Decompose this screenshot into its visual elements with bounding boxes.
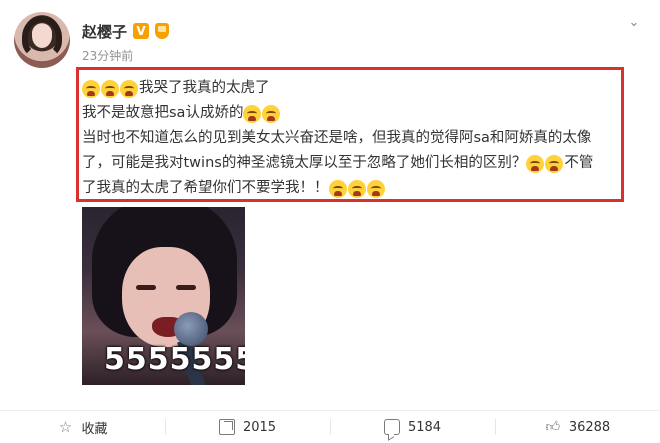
post-line-3: 当时也不知道怎么的见到美女太兴奋还是啥，但我真的觉得阿sa和阿娇真的太像 xyxy=(82,126,621,151)
verified-badge-icon: V xyxy=(133,23,150,39)
comment-count: 5184 xyxy=(407,419,442,435)
image-caption: 5555555 xyxy=(104,342,245,377)
post-image[interactable]: 5555555 xyxy=(82,207,245,385)
crying-emoji-icon xyxy=(328,179,347,198)
star-icon: ☆ xyxy=(58,418,73,436)
favorite-button[interactable]: ☆ 收藏 xyxy=(0,411,165,443)
crying-emoji-icon xyxy=(101,79,119,98)
crying-emoji-icon xyxy=(243,104,262,123)
image-eye xyxy=(176,285,196,290)
avatar[interactable] xyxy=(14,12,70,68)
post-text-highlight: 我哭了我真的太虎了 我不是故意把sa认成娇的 当时也不知道怎么的见到美女太兴奋还… xyxy=(76,67,624,202)
post-line-2: 我不是故意把sa认成娇的 xyxy=(82,101,621,126)
crying-emoji-icon xyxy=(545,154,564,173)
avatar-face xyxy=(32,24,52,48)
crying-emoji-icon xyxy=(120,79,138,98)
post-text: 当时也不知道怎么的见到美女太兴奋还是啥，但我真的觉得阿sa和阿娇真的太像 xyxy=(82,130,592,146)
post-text: 了我真的太虎了希望你们不要学我！！ xyxy=(82,180,329,196)
post-line-1: 我哭了我真的太虎了 xyxy=(82,76,621,101)
thumbs-up-icon: 👍︎ xyxy=(545,419,561,435)
author-row: 赵樱子 V xyxy=(82,20,170,42)
post-line-4: 了，可能是我对twins的神圣滤镜太厚以至于忽略了她们长相的区别？ 不管 xyxy=(82,151,621,176)
like-button[interactable]: 👍︎ 36288 xyxy=(495,411,660,443)
favorite-label: 收藏 xyxy=(81,421,108,437)
post-text: 我哭了我真的太虎了 xyxy=(139,80,270,96)
post-text: 不管 xyxy=(564,155,594,171)
microphone-icon xyxy=(174,312,208,346)
crying-emoji-icon xyxy=(526,154,545,173)
crying-emoji-icon xyxy=(366,179,385,198)
post-time[interactable]: 23分钟前 xyxy=(82,47,133,64)
post-line-5: 了我真的太虎了希望你们不要学我！！ xyxy=(82,176,621,201)
crying-emoji-icon xyxy=(82,79,100,98)
author-name[interactable]: 赵樱子 xyxy=(82,21,127,42)
crying-emoji-icon xyxy=(262,104,281,123)
comment-button[interactable]: 5184 xyxy=(330,411,495,443)
comment-icon xyxy=(383,419,400,435)
image-eye xyxy=(136,285,156,290)
like-count: 36288 xyxy=(568,419,611,435)
crying-emoji-icon xyxy=(347,179,366,198)
member-icon xyxy=(155,23,170,39)
post-text: 我不是故意把sa认成娇的 xyxy=(82,105,244,121)
chevron-down-icon[interactable]: ⌄ xyxy=(626,16,642,30)
share-icon xyxy=(218,419,235,435)
post-text: 了，可能是我对twins的神圣滤镜太厚以至于忽略了她们长相的区别？ xyxy=(82,155,527,171)
action-bar: ☆ 收藏 2015 5184 👍︎ 36288 xyxy=(0,411,660,443)
repost-count: 2015 xyxy=(242,419,277,435)
repost-button[interactable]: 2015 xyxy=(165,411,330,443)
